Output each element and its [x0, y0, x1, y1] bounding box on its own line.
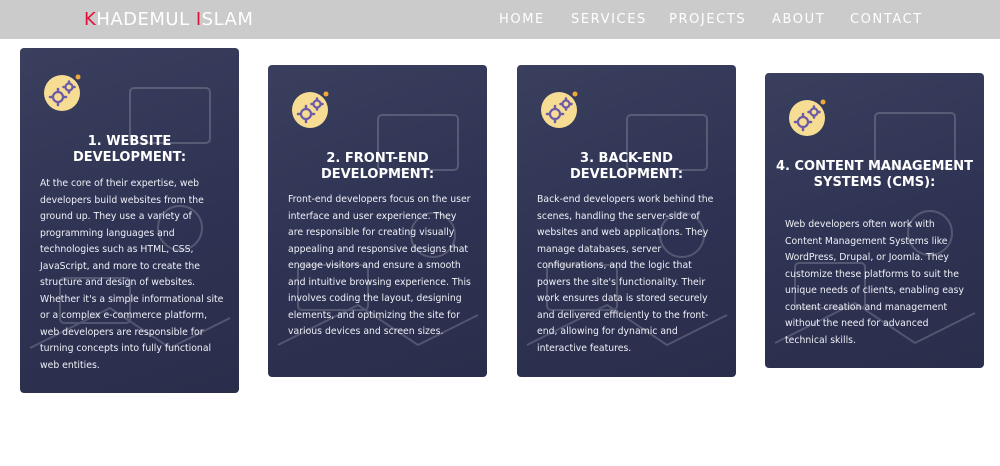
nav-link-contact[interactable]: CONTACT: [850, 12, 923, 27]
card-description: Web developers often work with Content M…: [785, 219, 964, 346]
service-card-cms: 4. CONTENT MANAGEMENT SYSTEMS (CMS): Web…: [765, 73, 984, 368]
gears-icon: [785, 96, 835, 146]
card-title: 2. FRONT-END DEVELOPMENT:: [320, 151, 435, 182]
card-title: 3. BACK-END DEVELOPMENT:: [569, 151, 684, 182]
nav-link-about[interactable]: ABOUT: [772, 12, 825, 27]
gears-icon: [288, 88, 338, 138]
nav-link-projects[interactable]: PROJECTS: [669, 12, 746, 27]
card-description: Front-end developers focus on the user i…: [288, 194, 471, 337]
service-card-front-end-development: 2. FRONT-END DEVELOPMENT: Front-end deve…: [268, 65, 487, 377]
card-description: Back-end developers work behind the scen…: [537, 194, 714, 354]
gears-icon: [537, 88, 587, 138]
navbar: KHADEMUL ISLAM HOME SERVICES PROJECTS AB…: [0, 0, 1000, 39]
card-title: 1. WEBSITE DEVELOPMENT:: [72, 134, 187, 165]
card-description: At the core of their expertise, web deve…: [40, 178, 224, 371]
main-nav: HOME SERVICES PROJECTS ABOUT CONTACT: [0, 12, 1000, 28]
nav-link-home[interactable]: HOME: [499, 12, 545, 27]
nav-link-services[interactable]: SERVICES: [571, 12, 647, 27]
card-title: 4. CONTENT MANAGEMENT SYSTEMS (CMS):: [775, 159, 974, 190]
service-card-back-end-development: 3. BACK-END DEVELOPMENT: Back-end develo…: [517, 65, 736, 377]
gears-icon: [40, 71, 90, 121]
service-card-website-development: 1. WEBSITE DEVELOPMENT: At the core of t…: [20, 48, 239, 393]
